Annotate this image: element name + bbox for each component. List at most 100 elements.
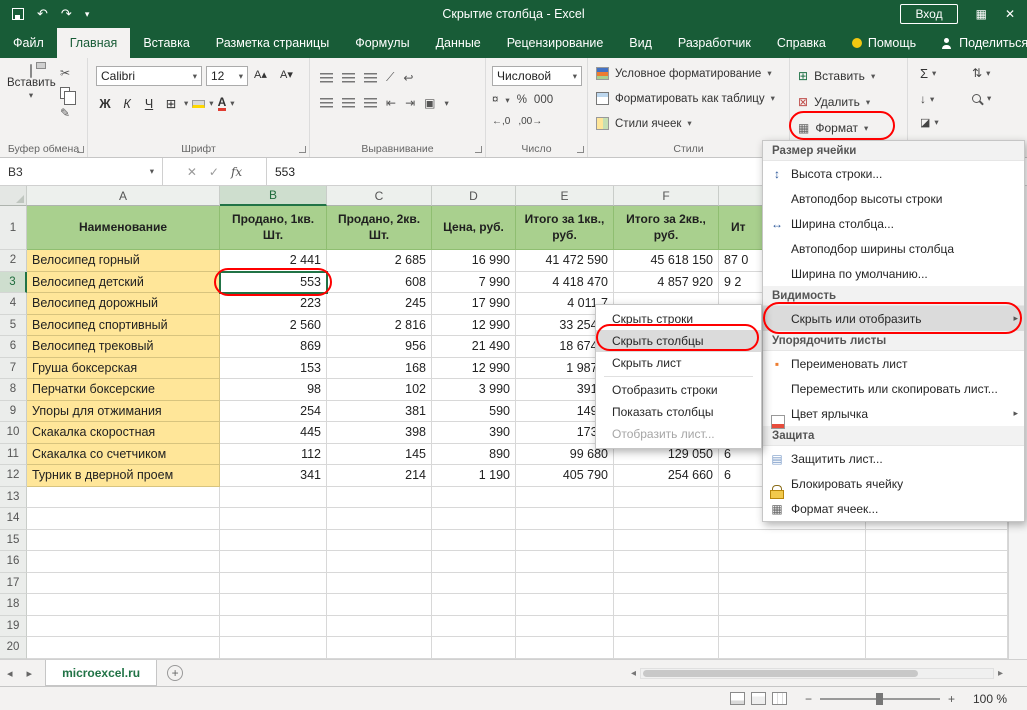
cell-d8[interactable]: 3 990 xyxy=(432,379,516,401)
row-header-10[interactable]: 10 xyxy=(0,422,27,444)
cell-a6[interactable]: Велосипед трековый xyxy=(27,336,220,358)
font-size-combo[interactable]: 12 ▾ xyxy=(206,66,248,86)
delete-cells-button[interactable]: ⊠ Удалить ▾ xyxy=(798,91,870,113)
submenu-item[interactable]: Скрыть строки xyxy=(596,308,761,330)
submenu-item[interactable]: Отобразить лист... xyxy=(596,423,761,445)
cell-b19[interactable] xyxy=(220,616,327,638)
cell-e16[interactable] xyxy=(516,551,614,573)
underline-button[interactable]: Ч xyxy=(140,94,158,113)
normal-view-icon[interactable] xyxy=(730,692,745,705)
cell-a14[interactable] xyxy=(27,508,220,530)
cell-f2[interactable]: 45 618 150 xyxy=(614,250,719,272)
cell-b3[interactable]: 553 xyxy=(220,272,327,294)
cell-d18[interactable] xyxy=(432,594,516,616)
borders-icon[interactable]: ⊞ xyxy=(162,94,180,113)
cell-f20[interactable] xyxy=(614,637,719,659)
menu-item[interactable]: ↔Ширина столбца... xyxy=(763,211,1024,236)
align-top-icon[interactable] xyxy=(320,73,333,83)
menu-item[interactable]: ↕Высота строки... xyxy=(763,161,1024,186)
hscroll-left-icon[interactable]: ◂ xyxy=(627,668,640,679)
cell-g19[interactable] xyxy=(719,616,866,638)
increase-decimal-icon[interactable]: ←,0 xyxy=(492,116,510,127)
menu-item[interactable]: Скрыть или отобразить▸ xyxy=(763,306,1024,331)
cell-b6[interactable]: 869 xyxy=(220,336,327,358)
hscroll-right-icon[interactable]: ▸ xyxy=(994,668,1007,679)
cell-c11[interactable]: 145 xyxy=(327,444,432,466)
decrease-indent-icon[interactable]: ⇤ xyxy=(386,96,396,110)
row-header-2[interactable]: 2 xyxy=(0,250,27,272)
customize-qat-icon[interactable]: ▾ xyxy=(85,9,90,20)
zoom-in-icon[interactable]: + xyxy=(948,692,955,706)
cell-c12[interactable]: 214 xyxy=(327,465,432,487)
cell-e2[interactable]: 41 472 590 xyxy=(516,250,614,272)
cell-d20[interactable] xyxy=(432,637,516,659)
sheet-nav-left-icon[interactable]: ◂ xyxy=(0,660,20,686)
cell-b4[interactable]: 223 xyxy=(220,293,327,315)
insert-cells-button[interactable]: ⊞ Вставить ▾ xyxy=(798,65,875,87)
row-header-14[interactable]: 14 xyxy=(0,508,27,530)
sheet-tab[interactable]: microexcel.ru xyxy=(45,660,157,686)
cell-b14[interactable] xyxy=(220,508,327,530)
alignment-dialog-launcher[interactable] xyxy=(475,146,482,153)
cell-a3[interactable]: Велосипед детский xyxy=(27,272,220,294)
tab-formulas[interactable]: Формулы xyxy=(342,28,422,58)
ribbon-display-options-icon[interactable]: ▦ xyxy=(976,7,987,21)
accounting-format-icon[interactable]: ¤ xyxy=(492,94,498,106)
cell-b2[interactable]: 2 441 xyxy=(220,250,327,272)
insert-function-icon[interactable]: fx xyxy=(231,165,242,179)
cell-d6[interactable]: 21 490 xyxy=(432,336,516,358)
column-header-f[interactable]: F xyxy=(614,186,719,206)
cell-styles-button[interactable]: Стили ячеек ▾ xyxy=(596,117,692,130)
align-left-icon[interactable] xyxy=(320,98,333,108)
cell-a13[interactable] xyxy=(27,487,220,509)
cell-b8[interactable]: 98 xyxy=(220,379,327,401)
undo-icon[interactable]: ↶ xyxy=(37,6,48,22)
zoom-out-icon[interactable]: − xyxy=(805,692,812,706)
tab-file[interactable]: Файл xyxy=(0,28,57,58)
row-header-16[interactable]: 16 xyxy=(0,551,27,573)
close-icon[interactable]: ✕ xyxy=(1005,7,1015,21)
cell-e19[interactable] xyxy=(516,616,614,638)
cell-b7[interactable]: 153 xyxy=(220,358,327,380)
cell-c10[interactable]: 398 xyxy=(327,422,432,444)
tab-home[interactable]: Главная xyxy=(57,28,131,58)
cell-d5[interactable]: 12 990 xyxy=(432,315,516,337)
fill-color-icon[interactable] xyxy=(192,100,205,108)
row-header-13[interactable]: 13 xyxy=(0,487,27,509)
menu-item[interactable]: Автоподбор высоты строки xyxy=(763,186,1024,211)
cell-f17[interactable] xyxy=(614,573,719,595)
conditional-formatting-button[interactable]: Условное форматирование ▾ xyxy=(596,67,772,80)
cell-c7[interactable]: 168 xyxy=(327,358,432,380)
row-header-18[interactable]: 18 xyxy=(0,594,27,616)
cell-g17[interactable] xyxy=(719,573,866,595)
cell-b13[interactable] xyxy=(220,487,327,509)
tab-help-assistant[interactable]: Помощь xyxy=(839,28,929,58)
submenu-item[interactable]: Показать столбцы xyxy=(596,401,761,423)
cell-h16[interactable] xyxy=(866,551,1008,573)
copy-icon[interactable] xyxy=(60,87,70,99)
comma-style-icon[interactable]: 000 xyxy=(534,94,553,106)
cell-d14[interactable] xyxy=(432,508,516,530)
cell-d17[interactable] xyxy=(432,573,516,595)
row-header-15[interactable]: 15 xyxy=(0,530,27,552)
row-header-3[interactable]: 3 xyxy=(0,272,27,294)
align-center-icon[interactable] xyxy=(342,98,355,108)
cell-h17[interactable] xyxy=(866,573,1008,595)
cell-b17[interactable] xyxy=(220,573,327,595)
cell-b12[interactable]: 341 xyxy=(220,465,327,487)
cell-b11[interactable]: 112 xyxy=(220,444,327,466)
cell-f16[interactable] xyxy=(614,551,719,573)
tab-help[interactable]: Справка xyxy=(764,28,839,58)
cut-icon[interactable]: ✂ xyxy=(60,66,70,80)
cell-d10[interactable]: 390 xyxy=(432,422,516,444)
cell-d4[interactable]: 17 990 xyxy=(432,293,516,315)
cell-b16[interactable] xyxy=(220,551,327,573)
cell-d19[interactable] xyxy=(432,616,516,638)
cell-f14[interactable] xyxy=(614,508,719,530)
cell-a12[interactable]: Турник в дверной проем xyxy=(27,465,220,487)
tab-page-layout[interactable]: Разметка страницы xyxy=(203,28,342,58)
redo-icon[interactable]: ↷ xyxy=(61,6,72,22)
menu-item[interactable]: Автоподбор ширины столбца xyxy=(763,236,1024,261)
cell-f19[interactable] xyxy=(614,616,719,638)
submenu-item[interactable]: Отобразить строки xyxy=(596,379,761,401)
